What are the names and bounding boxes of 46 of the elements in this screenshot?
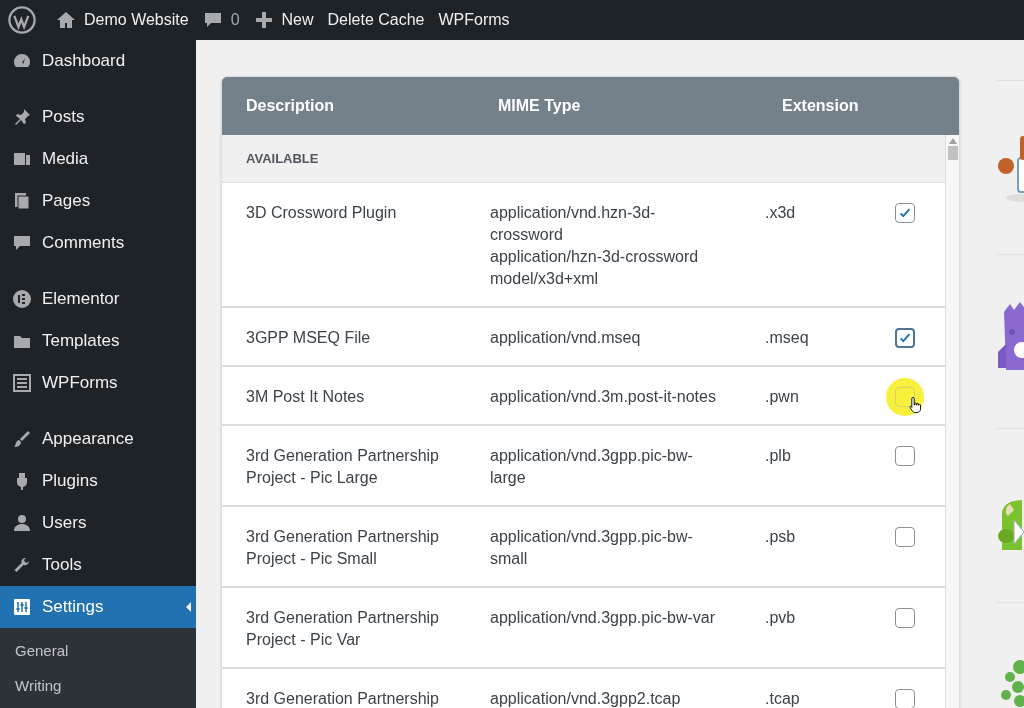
mime-type: application/vnd.3gpp.pic-bw-var <box>490 608 716 628</box>
sidebar-item[interactable]: Tools <box>0 544 196 586</box>
sidebar-item[interactable]: Media <box>0 138 196 180</box>
sidebar-item[interactable]: Comments <box>0 222 196 264</box>
file-extension: .mseq <box>765 329 809 346</box>
file-extension: .tcap <box>765 690 800 707</box>
admin-bar-link[interactable]: WPForms <box>438 8 510 32</box>
submenu-item[interactable]: General <box>0 634 196 669</box>
comment-count[interactable]: 0 <box>230 8 240 32</box>
file-type-description: 3rd Generation Partnership Project - Pic Small <box>246 528 439 567</box>
file-type-description: 3GPP MSEQ File <box>246 329 371 346</box>
sidebar-item[interactable]: Plugins <box>0 460 196 502</box>
column-header[interactable]: Description <box>222 94 498 118</box>
sidebar-item[interactable]: Appearance <box>0 418 196 460</box>
admin-bar-link[interactable]: Demo Website <box>84 8 189 32</box>
file-extension: .psb <box>765 528 796 545</box>
file-type-description: 3rd Generation Partnership <box>246 690 439 707</box>
file-extension: .pvb <box>765 609 796 626</box>
sidebar-item[interactable]: Posts <box>0 96 196 138</box>
mime-type: application/vnd.3gpp.pic-bw-small <box>490 527 694 569</box>
file-extension: .pwn <box>765 388 799 405</box>
mime-type: application/vnd.3gpp2.tcap <box>490 689 682 708</box>
file-type-description: 3M Post It Notes <box>246 388 365 405</box>
sidebar-item[interactable]: Templates <box>0 320 196 362</box>
mime-type: application/vnd.3gpp.pic-bw-large <box>490 446 694 488</box>
admin-bar-link[interactable]: Delete Cache <box>327 8 425 32</box>
mime-type: application/vnd.3m.post-it-notes <box>490 387 717 407</box>
mime-type: application/vnd.mseq <box>490 328 642 348</box>
sidebar-item[interactable]: WPForms <box>0 362 196 404</box>
column-header[interactable]: Extension <box>782 94 902 118</box>
column-header[interactable]: MIME Type <box>498 94 782 118</box>
file-type-description: 3rd Generation Partnership Project - Pic Var <box>246 609 439 648</box>
file-extension: .x3d <box>765 204 796 221</box>
mime-type: application/hzn-3d-crossword <box>490 247 700 267</box>
sidebar-item[interactable]: Pages <box>0 180 196 222</box>
sidebar-item[interactable]: Elementor <box>0 278 196 320</box>
submenu-item[interactable]: Writing <box>0 669 196 704</box>
mime-type: model/x3d+xml <box>490 269 600 289</box>
file-extension: .plb <box>765 447 791 464</box>
admin-bar-link[interactable]: New <box>281 8 314 32</box>
sidebar-item[interactable]: Users <box>0 502 196 544</box>
sidebar-item[interactable]: Settings <box>0 586 196 628</box>
file-type-description: 3rd Generation Partnership Project - Pic Large <box>246 447 439 486</box>
sidebar-item[interactable]: Dashboard <box>0 40 196 82</box>
section-label: AVAILABLE <box>246 149 319 168</box>
file-type-description: 3D Crossword Plugin <box>246 204 397 221</box>
